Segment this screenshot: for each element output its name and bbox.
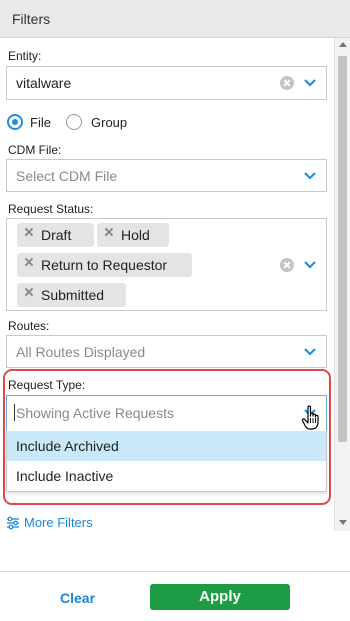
- tag-remove-icon[interactable]: [105, 228, 113, 236]
- chevron-down-icon[interactable]: [304, 172, 316, 180]
- scrollbar-thumb[interactable]: [338, 56, 347, 442]
- status-tag: Return to Requestor: [17, 253, 192, 277]
- entity-label: Entity:: [8, 49, 42, 63]
- tag-remove-icon[interactable]: [25, 288, 33, 296]
- request-type-select[interactable]: Showing Active Requests: [6, 395, 327, 431]
- panel-title: Filters: [12, 11, 51, 27]
- chevron-down-icon[interactable]: [304, 261, 316, 269]
- apply-button[interactable]: Apply: [150, 584, 290, 610]
- request-status-multiselect[interactable]: Draft Hold Return to Requestor Submitted: [6, 218, 327, 311]
- cdm-file-label: CDM File:: [8, 143, 62, 157]
- scroll-down-icon[interactable]: [339, 520, 347, 525]
- status-tag: Draft: [17, 223, 94, 247]
- dropdown-option-include-inactive[interactable]: Include Inactive: [7, 461, 326, 491]
- scroll-up-icon[interactable]: [339, 42, 347, 47]
- radio-group-label: Group: [91, 115, 128, 130]
- vertical-scrollbar[interactable]: [334, 38, 350, 531]
- clear-icon[interactable]: [280, 258, 294, 272]
- entity-select[interactable]: vitalware: [6, 66, 327, 100]
- request-type-value: Showing Active Requests: [16, 405, 174, 421]
- request-status-label: Request Status:: [8, 202, 94, 216]
- routes-select[interactable]: All Routes Displayed: [6, 335, 327, 368]
- dropdown-option-include-archived[interactable]: Include Archived: [7, 431, 326, 461]
- filters-header: Filters: [0, 0, 350, 38]
- cdm-file-select[interactable]: Select CDM File: [6, 159, 327, 192]
- routes-label: Routes:: [8, 319, 50, 333]
- sliders-icon: [6, 516, 20, 530]
- cdm-file-placeholder: Select CDM File: [16, 168, 118, 184]
- chevron-down-icon[interactable]: [304, 348, 316, 356]
- status-tag: Hold: [97, 223, 169, 247]
- radio-file-label: File: [30, 115, 51, 130]
- routes-value: All Routes Displayed: [16, 344, 146, 360]
- text-caret: [14, 404, 15, 421]
- clear-button[interactable]: Clear: [60, 590, 95, 606]
- more-filters-label: More Filters: [24, 515, 93, 530]
- request-type-dropdown: Include Archived Include Inactive: [6, 430, 327, 492]
- request-type-label: Request Type:: [8, 378, 86, 392]
- status-tag: Submitted: [17, 283, 126, 307]
- chevron-down-icon[interactable]: [304, 79, 316, 87]
- tag-remove-icon[interactable]: [25, 228, 33, 236]
- hand-cursor-icon: [301, 405, 323, 431]
- radio-file[interactable]: [7, 114, 23, 130]
- entity-value: vitalware: [16, 75, 72, 91]
- clear-icon[interactable]: [280, 76, 294, 90]
- radio-group[interactable]: [66, 114, 82, 130]
- filters-footer: Clear Apply: [0, 571, 350, 621]
- tag-remove-icon[interactable]: [25, 258, 33, 266]
